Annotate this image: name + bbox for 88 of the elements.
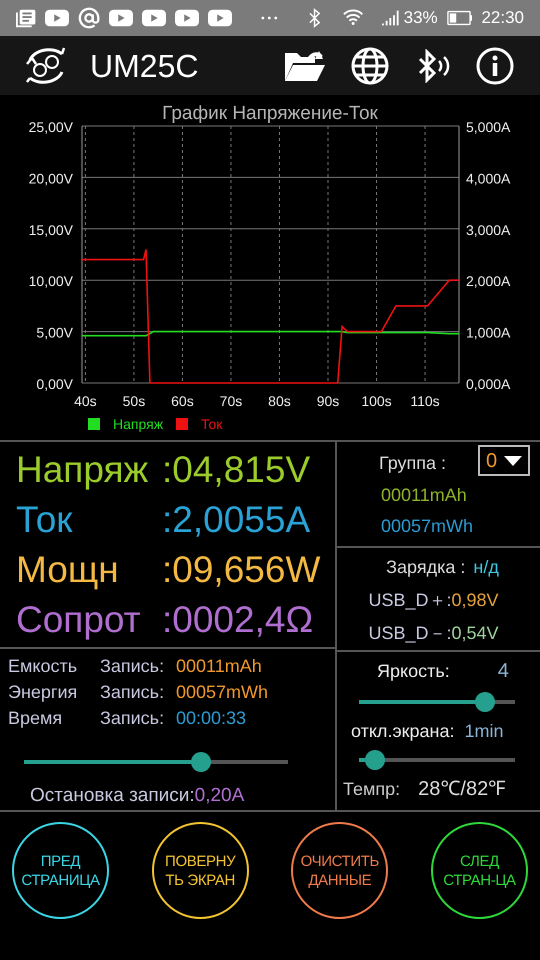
reading-value: :04,815V [162,450,312,488]
reading-value: :09,656W [162,550,322,588]
dropdown-arrow-icon [504,456,522,466]
record-value: 00:00:33 [176,706,248,730]
axis-tick-label: 40s [74,393,97,409]
bluetooth-icon [308,8,320,28]
reading-label: Мощн [16,550,120,588]
slider-thumb[interactable] [190,752,211,772]
group-dropdown[interactable]: 0 [478,445,530,476]
battery-icon [446,10,472,26]
play-icon [109,9,134,27]
record-label: Запись: [100,680,166,704]
group-energy: 00057mWh [381,515,474,538]
screen-off-value: 1min [464,720,504,742]
axis-tick-label: 90s [316,393,340,409]
axis-tick-label: 110s [410,393,440,409]
record-value: 00011mAh [176,654,263,678]
record-name: Емкость [8,654,78,678]
axis-tick-label: 50s [122,393,146,409]
axis-tick-label: 80s [268,393,291,409]
axis-tick-label: 60s [171,393,194,409]
axis-tick-label: 4,000A [466,170,510,186]
temperature-label: Темпр: [343,778,400,801]
slider-thumb[interactable] [475,692,496,712]
axis-tick-label: 1,000A [466,324,510,341]
legend-label: Ток [201,416,222,432]
group-capacity: 00011mAh [381,484,467,507]
folder-icon[interactable] [283,48,327,82]
app-title: UM25C [90,46,198,86]
legend-swatch [176,418,188,430]
axis-tick-label: 5,00V [36,324,73,341]
round-button[interactable]: ОЧИСТИТЬ ДАННЫЕ [291,822,388,919]
battery-percent: 33% [404,7,438,30]
slider-fill [359,758,365,762]
axis-tick-label: 100s [361,393,392,409]
axis-tick-label: 0,000A [466,376,510,392]
record-label: Запись: [100,706,166,730]
info-icon[interactable] [476,46,514,84]
charging-label: Зарядка : [386,557,466,577]
round-button[interactable]: ПОВЕРНУ ТЬ ЭКРАН [152,822,249,919]
record-value: 00057mWh [176,680,270,704]
axis-tick-label: 0,00V [36,376,73,392]
axis-tick-label: 5,000A [466,119,510,135]
document-icon [16,8,36,28]
axis-tick-label: 15,00V [28,222,73,238]
legend-swatch [88,418,100,430]
reading-label: Сопрот [16,600,142,638]
reading-value: :0002,4Ω [162,600,314,638]
usb-dplus-label: USB_D＋: [368,590,452,610]
more-icon [261,16,278,20]
usb-dminus-label: USB_D－: [368,623,452,643]
group-label: Группа : [379,452,446,475]
at-sign-icon [78,6,100,30]
axis-tick-label: 70s [220,393,242,409]
stop-value: 0,20A [194,784,244,806]
stop-label: Остановка записи: [30,784,195,806]
round-button[interactable]: СЛЕД СТРАН-ЦА [430,822,528,919]
signal-icon [382,9,401,27]
usb-dplus-value: 0,98V [451,590,499,610]
reading-value: :2,0055A [162,500,312,538]
reading-label: Ток [16,500,74,538]
axis-tick-label: 25,00V [28,119,73,135]
round-button[interactable]: ПРЕД СТРАНИЦА [12,822,109,919]
reading-label: Напряж [16,450,150,488]
brightness-label: Яркость: [377,660,450,683]
chart-title: График Напряжение-Ток [162,103,378,124]
axis-tick-label: 3,000A [466,222,510,238]
clock: 22:30 [481,7,524,30]
slider-thumb[interactable] [364,750,385,770]
usb-dminus-value: 0,54V [451,623,499,643]
screen-off-label: откл.экрана: [351,720,454,743]
axis-tick-label: 10,00V [28,273,73,290]
legend-label: Напряж [113,416,164,432]
axis-tick-label: 20,00V [28,170,73,186]
axis-tick-label: 2,000A [466,273,510,290]
play-icon [142,9,166,27]
record-name: Время [8,706,64,730]
record-label: Запись: [100,654,166,678]
globe-icon[interactable] [351,46,389,84]
record-name: Энергия [8,680,78,704]
play-icon [175,9,200,27]
bluetooth-icon[interactable] [417,48,451,82]
play-icon [45,9,70,27]
brightness-value: 4 [498,659,509,684]
play-icon [208,9,232,27]
wifi-icon [342,8,364,28]
charging-value: н/д [473,557,499,577]
temperature-value: 28℃/82℉ [418,777,506,802]
